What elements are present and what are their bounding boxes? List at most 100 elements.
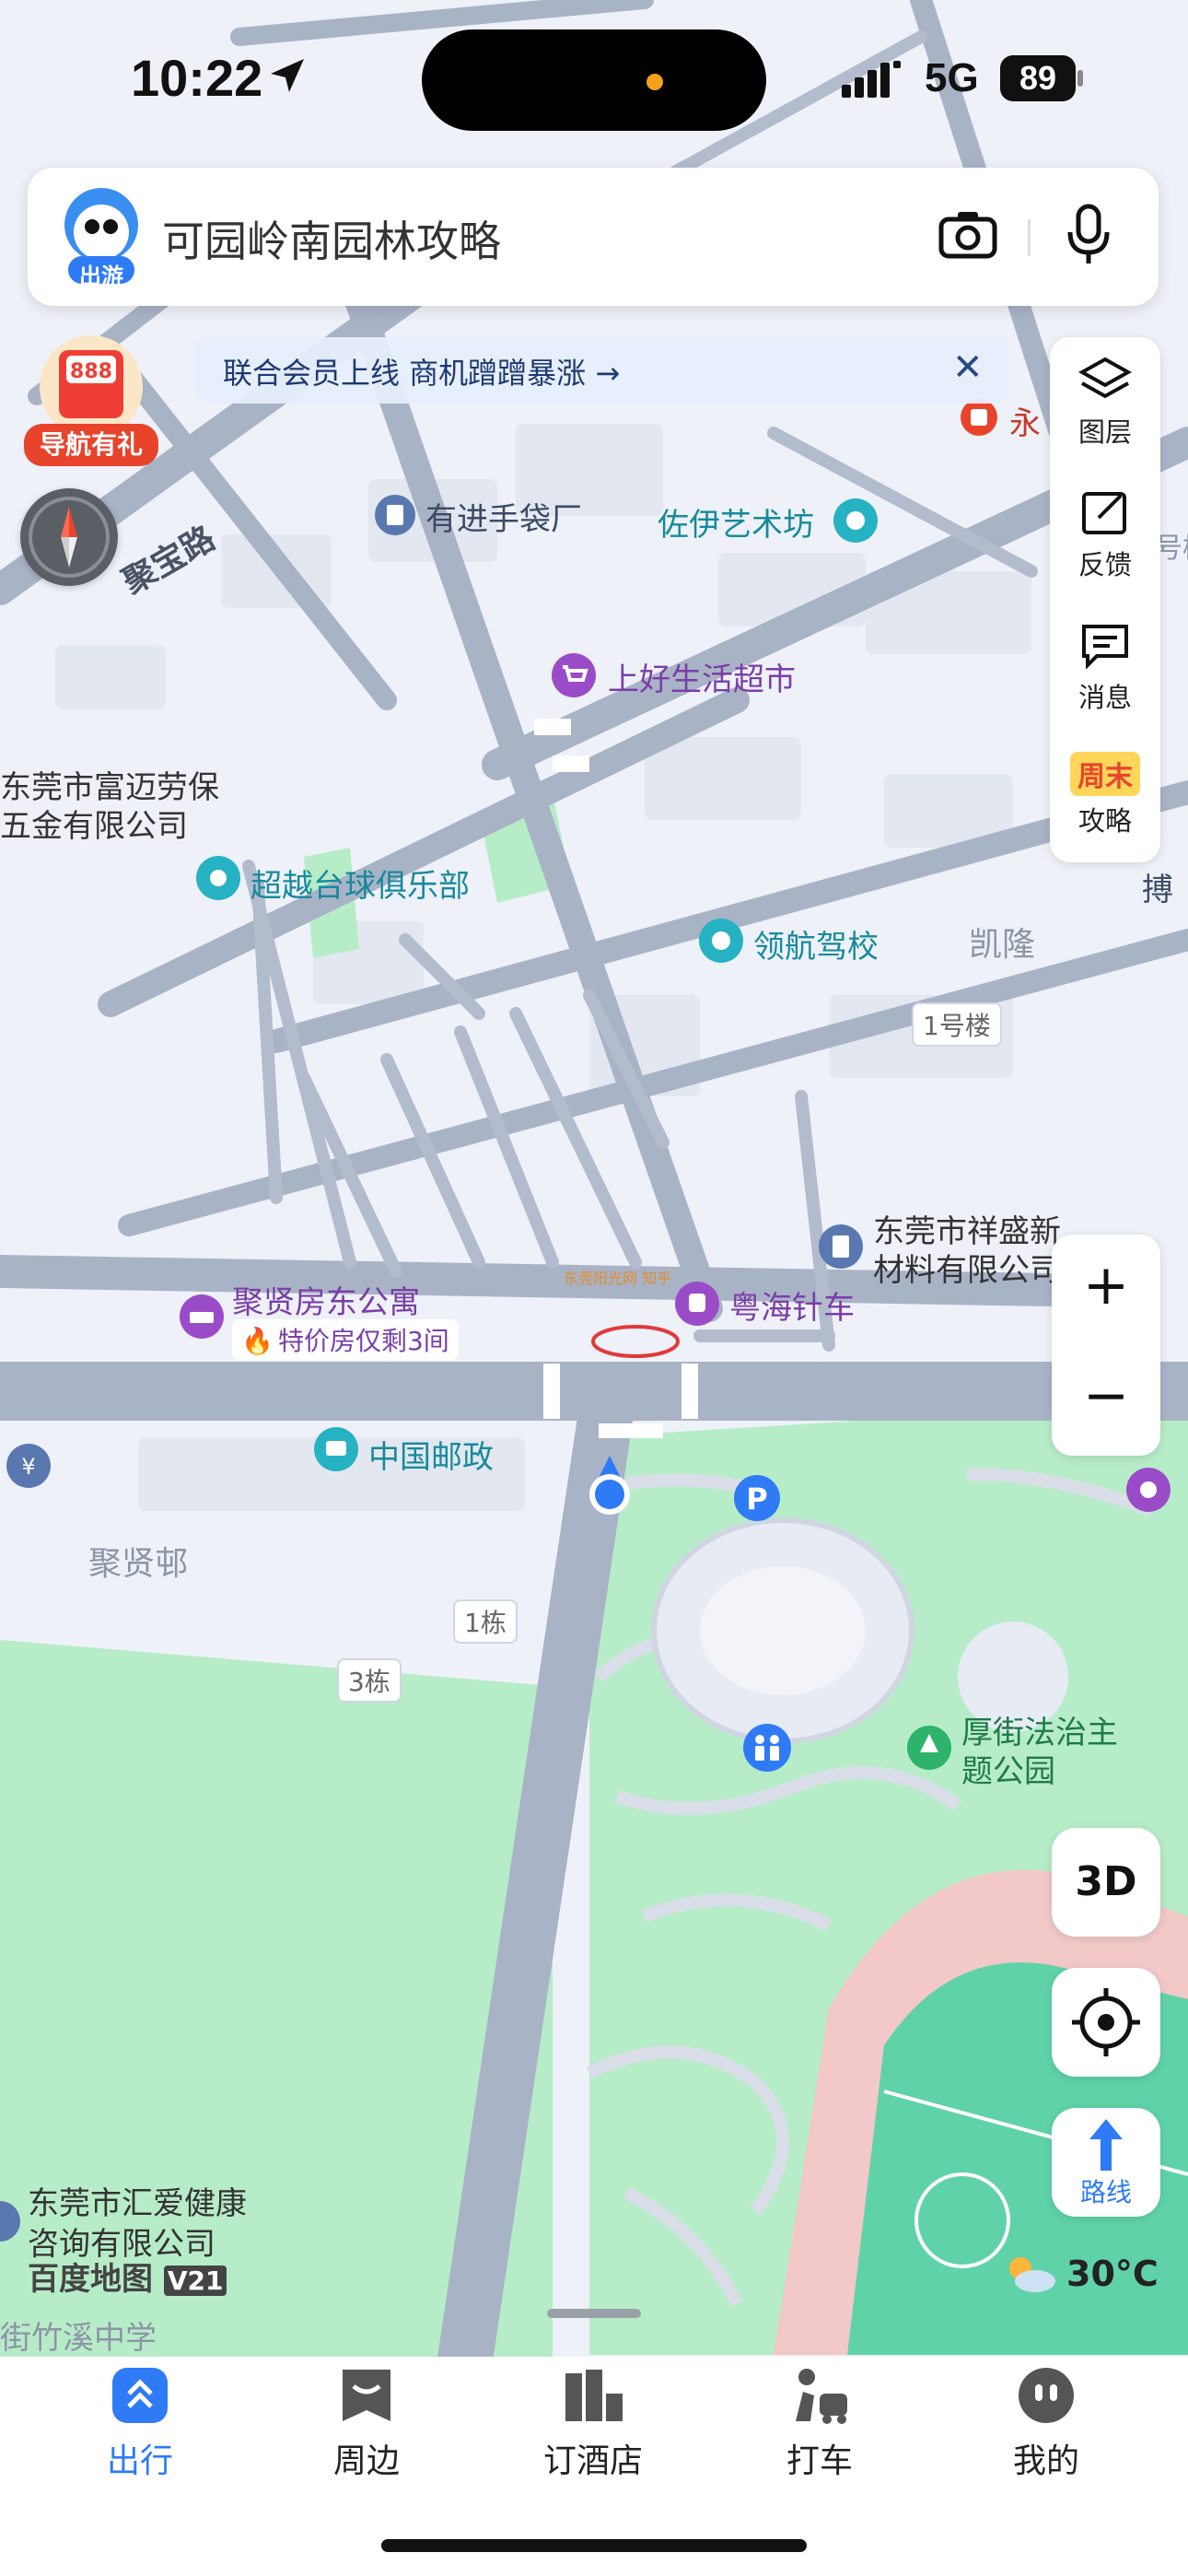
hotel-icon	[560, 2370, 626, 2429]
locate-icon	[1052, 1988, 1160, 2080]
company-pin[interactable]	[816, 1222, 866, 1281]
office-pin[interactable]	[372, 492, 418, 547]
weekend-guide-button[interactable]: 周末 攻略	[1050, 752, 1160, 838]
network-type: 5G	[925, 55, 979, 100]
building-tag-1dong: 1栋	[453, 1599, 518, 1644]
battery-icon	[1077, 70, 1083, 87]
area-label-kailong: 凯隆	[969, 926, 1036, 964]
gift-badge: 888	[70, 360, 112, 383]
tab-taxi[interactable]: 打车	[737, 2366, 903, 2482]
search-input[interactable]: 可园岭南园林攻略	[162, 208, 501, 269]
poi-label-shanghao[interactable]: 上好生活超市	[608, 654, 796, 699]
dynamic-island	[422, 29, 766, 131]
poi-label-yuehai[interactable]: 粤海针车	[729, 1282, 855, 1328]
art-pin[interactable]	[831, 496, 880, 549]
park-pin[interactable]	[904, 1723, 954, 1776]
brand-name: 百度地图	[28, 2261, 153, 2298]
layers-label: 图层	[1077, 416, 1132, 448]
status-bar: 10:22 5G 89	[0, 0, 1188, 157]
travel-icon	[111, 2368, 169, 2429]
tab-me[interactable]: 我的	[963, 2366, 1129, 2482]
drawer-handle[interactable]	[547, 2309, 641, 2318]
area-label-juxiancun: 聚贤邨	[88, 1545, 189, 1583]
school-pin[interactable]	[696, 916, 746, 969]
poi-label-chaoyue[interactable]: 超越台球俱乐部	[250, 861, 470, 906]
location-arrow-icon	[267, 55, 308, 100]
watermark: 东莞阳光网 知乎	[564, 1270, 672, 1287]
tab-hotel-label: 订酒店	[542, 2442, 643, 2480]
poi-label-yong[interactable]: 永	[1009, 398, 1041, 443]
feedback-button[interactable]: 反馈	[1050, 488, 1160, 582]
parking-pin[interactable]: P	[731, 1472, 783, 1528]
signal-icon	[842, 61, 903, 101]
hotel-pin[interactable]	[177, 1292, 227, 1345]
camera-icon[interactable]	[938, 208, 998, 263]
svg-text:¥: ¥	[21, 1454, 35, 1480]
tab-nearby[interactable]: 周边	[284, 2366, 449, 2482]
restroom-pin[interactable]	[740, 1721, 794, 1778]
message-label: 消息	[1077, 682, 1132, 713]
poi-label-huiai[interactable]: 东莞市汇爱健康咨询有限公司	[28, 2184, 276, 2265]
tab-travel[interactable]: 出行	[57, 2366, 223, 2482]
zoom-in-button[interactable]: +	[1052, 1253, 1160, 1317]
company-pin-2[interactable]	[0, 2196, 22, 2250]
nearby-icon	[337, 2370, 396, 2429]
fire-icon: 🔥	[241, 1326, 274, 1356]
weekend-icon: 周末	[1070, 752, 1140, 796]
profile-icon	[1017, 2368, 1076, 2429]
battery-level: 89	[1000, 55, 1076, 101]
gift-label[interactable]: 导航有礼	[24, 424, 158, 466]
poi-label-zuoyi[interactable]: 佐伊艺术坊	[658, 499, 814, 544]
mascot-icon[interactable]: 出游	[59, 184, 144, 289]
bank-pin[interactable]: ¥	[4, 1441, 53, 1494]
poi-label-zhuxi[interactable]: 街竹溪中学	[0, 2313, 157, 2358]
post-pin[interactable]	[311, 1424, 361, 1478]
home-indicator	[381, 2539, 807, 2552]
poi-label-youjin[interactable]: 有进手袋厂	[425, 494, 582, 539]
route-label: 路线	[1079, 2177, 1132, 2207]
mic-icon[interactable]	[1063, 203, 1114, 271]
building-tag-1: 1号楼	[912, 1002, 1002, 1047]
weekend-guide-label: 攻略	[1077, 805, 1132, 837]
poi-label-edge: 搏	[1142, 872, 1173, 908]
compass-icon[interactable]	[20, 488, 118, 586]
tab-me-label: 我的	[1012, 2442, 1079, 2480]
temperature: 30°C	[1066, 2254, 1159, 2294]
baidu-map-logo: 百度地图 V21	[28, 2254, 227, 2299]
poi-label-park[interactable]: 厚街法治主题公园	[961, 1714, 1136, 1791]
route-button[interactable]: 路线	[1052, 2108, 1160, 2217]
shop-pin[interactable]	[549, 650, 599, 704]
promo-tag[interactable]: 🔥 特价房仅剩3间	[232, 1319, 459, 1360]
tab-hotel[interactable]: 订酒店	[510, 2366, 676, 2482]
locate-button[interactable]	[1052, 1968, 1160, 2077]
message-button[interactable]: 消息	[1050, 621, 1160, 715]
poi-label-juxian-apartment[interactable]: 聚贤房东公寓	[232, 1277, 420, 1322]
mascot-label: 出游	[79, 263, 123, 289]
poi-label-post[interactable]: 中国邮政	[368, 1432, 494, 1477]
banner-text[interactable]: 联合会员上线 商机蹭蹭暴涨 →	[223, 350, 620, 392]
sport-pin[interactable]	[193, 853, 243, 907]
brand-version: V21	[163, 2266, 227, 2296]
message-icon	[1078, 625, 1132, 673]
layers-button[interactable]: 图层	[1050, 356, 1160, 450]
tab-nearby-label: 周边	[332, 2442, 400, 2480]
privacy-dot	[646, 74, 663, 90]
feedback-label: 反馈	[1077, 549, 1132, 580]
poi-label-fumai[interactable]: 东莞市富迈劳保五金有限公司	[0, 768, 239, 846]
svg-text:P: P	[746, 1481, 767, 1516]
tab-travel-label: 出行	[106, 2442, 173, 2480]
search-divider	[1028, 219, 1031, 256]
taxi-icon	[786, 2369, 853, 2429]
status-time: 10:22	[131, 49, 263, 107]
weather-icon	[1004, 2254, 1057, 2298]
zoom-out-button[interactable]: −	[1052, 1364, 1160, 1428]
poi-label-linghang[interactable]: 领航驾校	[753, 921, 879, 966]
feedback-icon	[1078, 492, 1132, 540]
layers-icon	[1077, 357, 1133, 407]
promo-text: 特价房仅剩3间	[277, 1326, 449, 1356]
shop-pin-2[interactable]	[672, 1279, 722, 1338]
close-icon[interactable]: ✕	[952, 346, 984, 389]
game-pin[interactable]	[1124, 1465, 1173, 1518]
tab-taxi-label: 打车	[786, 2442, 853, 2480]
3d-button[interactable]: 3D	[1052, 1828, 1160, 1937]
